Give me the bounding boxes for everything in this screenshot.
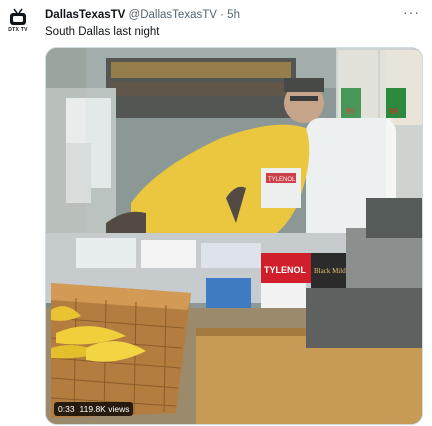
video-views: 119.8K views: [79, 404, 130, 414]
author-name[interactable]: DallasTexasTV: [45, 9, 125, 21]
tweet-header: DallasTexasTV @DallasTexasTV · 5h: [45, 8, 402, 22]
avatar[interactable]: DTX TV: [6, 8, 30, 38]
black-mild-label: Black Mild: [314, 267, 346, 275]
video-player[interactable]: 99 99 TYLENOL TYLENOL: [45, 47, 423, 425]
video-duration: 0:33: [58, 404, 75, 414]
more-options-icon[interactable]: ···: [403, 4, 420, 20]
price-label-2: 99: [389, 107, 398, 116]
separator-dot: ·: [220, 9, 224, 21]
video-frame: 99 99 TYLENOL TYLENOL: [46, 48, 422, 424]
tylenol-label-2: TYLENOL: [264, 265, 307, 275]
tweet-text: South Dallas last night: [45, 26, 160, 38]
timestamp[interactable]: 5h: [227, 9, 240, 21]
tv-logo-icon: [10, 8, 26, 25]
avatar-label: DTX TV: [8, 27, 28, 33]
tweet-card[interactable]: DTX TV DallasTexasTV @DallasTexasTV · 5h…: [0, 0, 432, 426]
author-handle[interactable]: @DallasTexasTV: [129, 9, 217, 21]
video-stats-overlay: 0:33 119.8K views: [54, 402, 134, 416]
